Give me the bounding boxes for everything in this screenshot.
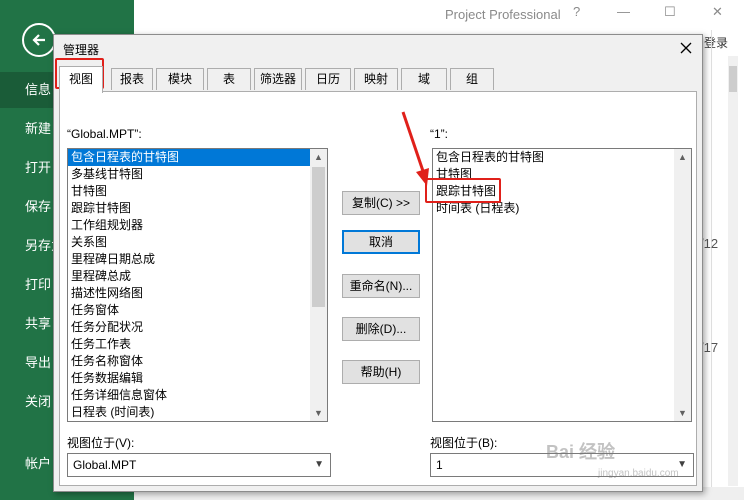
help-button[interactable]: ? xyxy=(573,4,580,19)
tab-filters[interactable]: 筛选器 xyxy=(254,68,302,90)
app-window: Project Professional ? — ☐ ✕ 登录 /12 /17 … xyxy=(0,0,744,500)
tab-calendars[interactable]: 日历 xyxy=(305,68,351,90)
list-item[interactable]: 里程碑总成 xyxy=(68,268,327,285)
list-item[interactable]: 包含日程表的甘特图 xyxy=(433,149,691,166)
tab-groups[interactable]: 组 xyxy=(450,68,494,90)
chevron-down-icon[interactable]: ▼ xyxy=(314,454,324,476)
tab-tables[interactable]: 表 xyxy=(207,68,251,90)
list-item[interactable]: 任务详细信息窗体 xyxy=(68,387,327,404)
dialog-title: 管理器 xyxy=(63,43,100,57)
list-item[interactable]: 任务工作表 xyxy=(68,336,327,353)
list-item[interactable]: 任务分配状况 xyxy=(68,319,327,336)
tab-fields[interactable]: 域 xyxy=(401,68,447,90)
left-location-select[interactable]: Global.MPT ▼ xyxy=(67,453,331,477)
tab-reports[interactable]: 报表 xyxy=(111,68,153,90)
close-icon[interactable] xyxy=(678,40,694,56)
tab-modules[interactable]: 模块 xyxy=(156,68,204,90)
scroll-up-icon[interactable]: ▲ xyxy=(314,152,323,162)
annotation-highlight-item xyxy=(425,178,501,203)
list-item[interactable]: 任务数据编辑 xyxy=(68,370,327,387)
title-bar: Project Professional xyxy=(134,0,744,30)
app-title: Project Professional xyxy=(445,7,561,22)
left-list-scrollbar[interactable]: ▲ ▼ xyxy=(310,149,327,421)
right-list-label: “1”: xyxy=(430,127,448,141)
minimize-button[interactable]: — xyxy=(617,4,630,19)
list-item[interactable]: 包含日程表的甘特图 xyxy=(68,149,327,166)
list-item[interactable]: 多基线甘特图 xyxy=(68,166,327,183)
scroll-up-icon[interactable]: ▲ xyxy=(678,152,687,162)
back-arrow-icon[interactable] xyxy=(22,23,56,57)
delete-button[interactable]: 删除(D)... xyxy=(342,317,420,341)
rename-button[interactable]: 重命名(N)... xyxy=(342,274,420,298)
background-scrollbar-thumb[interactable] xyxy=(729,66,737,92)
cancel-button[interactable]: 取消 xyxy=(342,230,420,254)
left-list-label: “Global.MPT”: xyxy=(67,127,142,141)
background-scrollbar[interactable] xyxy=(728,56,738,486)
right-list-scrollbar[interactable]: ▲ ▼ xyxy=(674,149,691,421)
list-item[interactable]: 甘特图 xyxy=(68,183,327,200)
scroll-down-icon[interactable]: ▼ xyxy=(678,408,687,418)
list-item[interactable]: 日程表 (时间表) xyxy=(68,404,327,421)
watermark-sub: jingyan.baidu.com xyxy=(598,468,679,479)
scrollbar-thumb[interactable] xyxy=(312,167,325,307)
divider xyxy=(711,30,712,490)
help-dialog-button[interactable]: 帮助(H) xyxy=(342,360,420,384)
list-item[interactable]: 里程碑日期总成 xyxy=(68,251,327,268)
login-link[interactable]: 登录 xyxy=(704,34,728,51)
list-item[interactable]: 任务名称窗体 xyxy=(68,353,327,370)
close-window-button[interactable]: ✕ xyxy=(712,4,723,20)
scroll-down-icon[interactable]: ▼ xyxy=(314,408,323,418)
left-combo-value: Global.MPT xyxy=(73,458,137,472)
list-item[interactable]: 跟踪甘特图 xyxy=(68,200,327,217)
maximize-button[interactable]: ☐ xyxy=(664,4,676,20)
list-item[interactable]: 描述性网络图 xyxy=(68,285,327,302)
right-combo-label: 视图位于(B): xyxy=(430,436,498,450)
watermark: Bai 经验 xyxy=(546,442,616,462)
list-item[interactable]: 工作组规划器 xyxy=(68,217,327,234)
organizer-dialog: 管理器 视图 报表 模块 表 筛选器 日历 映射 域 组 “Global.MPT… xyxy=(53,34,703,492)
list-item[interactable]: 任务窗体 xyxy=(68,302,327,319)
right-combo-value: 1 xyxy=(436,458,443,472)
left-combo-label: 视图位于(V): xyxy=(67,436,135,450)
copy-button[interactable]: 复制(C) >> xyxy=(342,191,420,215)
tab-views[interactable]: 视图 xyxy=(59,66,103,93)
left-views-list[interactable]: 包含日程表的甘特图 多基线甘特图 甘特图 跟踪甘特图 工作组规划器 关系图 里程… xyxy=(67,148,328,422)
list-item[interactable]: 关系图 xyxy=(68,234,327,251)
tab-maps[interactable]: 映射 xyxy=(354,68,398,90)
